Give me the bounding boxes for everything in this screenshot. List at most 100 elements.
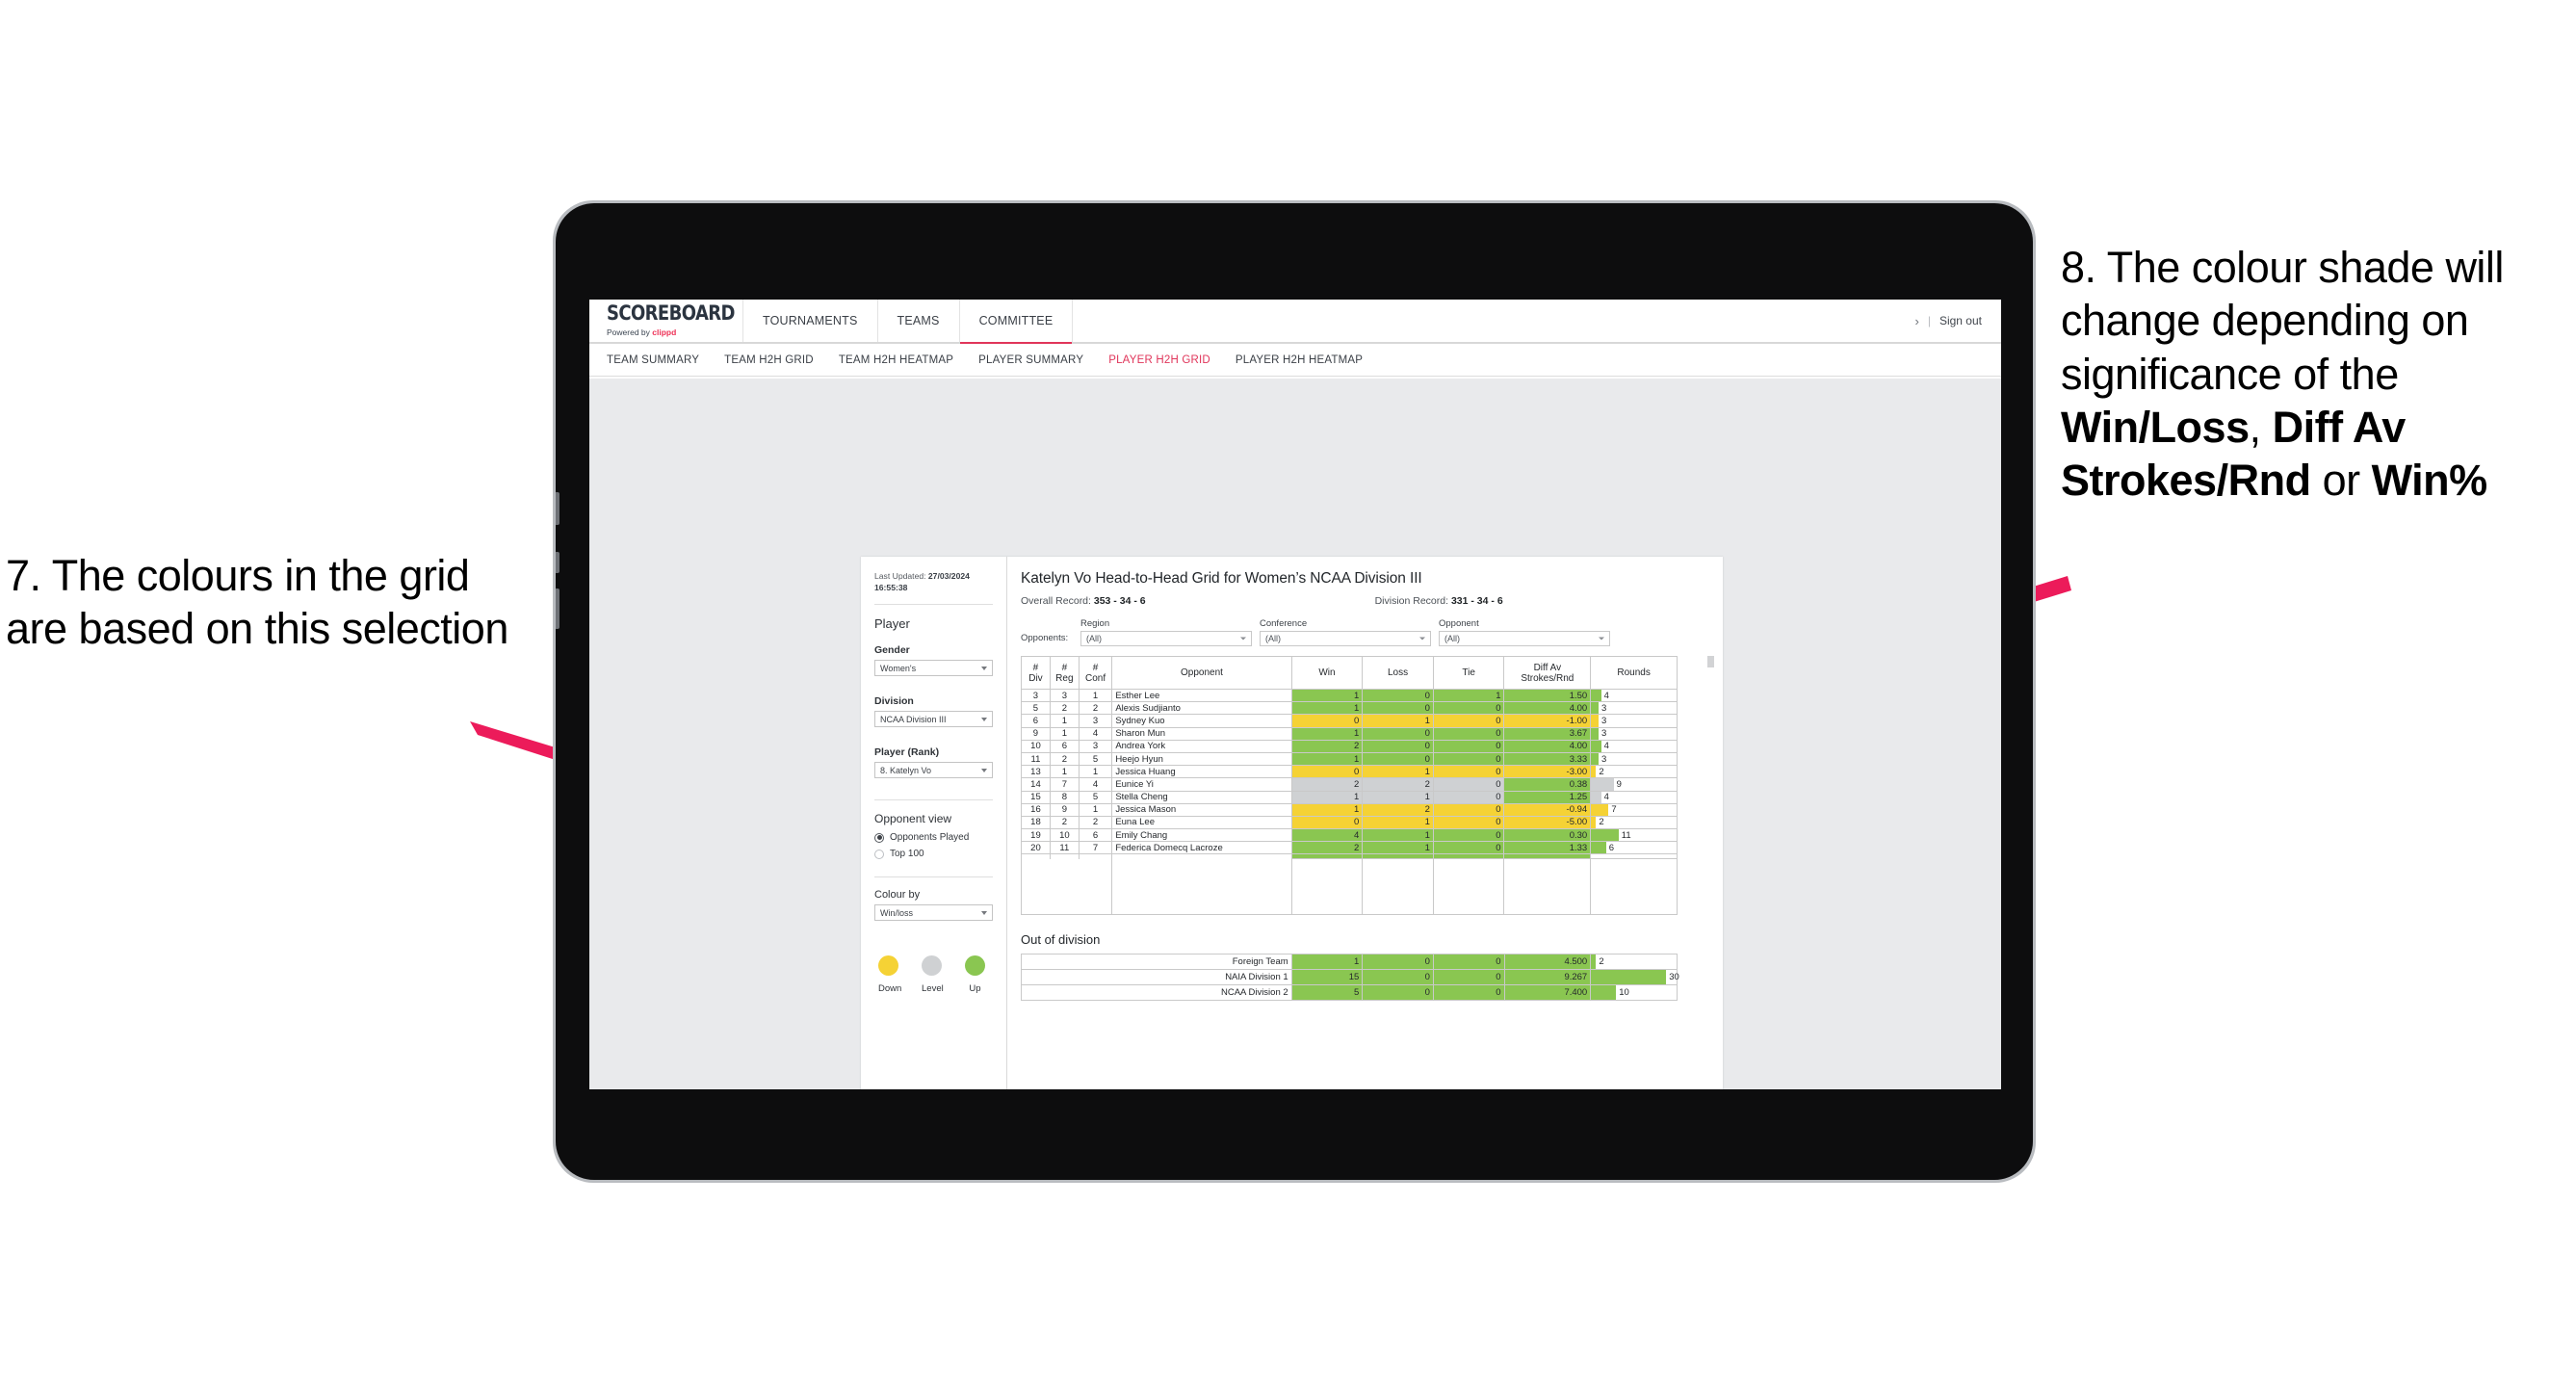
cell-div: 11 <box>1021 751 1051 767</box>
cell-opponent: Esther Lee <box>1111 688 1292 703</box>
chevron-right-icon[interactable]: › <box>1914 314 1918 328</box>
records-row: Overall Record: 353 - 34 - 6 Division Re… <box>1021 595 1707 607</box>
col-rounds[interactable]: Rounds <box>1590 656 1678 690</box>
division-select[interactable]: NCAA Division III <box>874 711 993 728</box>
cell-conf: 4 <box>1078 777 1113 792</box>
cell-opponent: Euna Lee <box>1111 815 1292 830</box>
subnav-item-team-h2h-grid[interactable]: TEAM H2H GRID <box>724 354 814 366</box>
subnav-item-player-summary[interactable]: PLAYER SUMMARY <box>978 354 1083 366</box>
cell-diff: 1.25 <box>1503 790 1592 804</box>
grid-row[interactable]: 9 1 4 Sharon Mun 1 0 0 3.67 3 <box>1021 726 1678 741</box>
cell-loss: 0 <box>1362 688 1434 703</box>
topnav-item-tournaments[interactable]: TOURNAMENTS <box>743 300 878 342</box>
col-win[interactable]: Win <box>1290 656 1364 690</box>
cell-reg: 9 <box>1049 802 1080 817</box>
cell-rounds: 3 <box>1590 714 1678 728</box>
radio-opponents-played[interactable]: Opponents Played <box>874 832 993 843</box>
annotation-7-text: 7. The colours in the grid are based on … <box>6 551 508 654</box>
out-of-division-row[interactable]: NCAA Division 2 5 0 0 7.400 10 <box>1021 984 1678 1002</box>
cell-opponent: Jessica Mason <box>1111 802 1292 817</box>
out-of-division-row[interactable]: Foreign Team 1 0 0 4.500 2 <box>1021 954 1678 971</box>
divider <box>874 604 993 606</box>
chevron-down-icon <box>981 910 987 915</box>
cell-diff: -3.00 <box>1503 765 1592 779</box>
colour-legend-swatches <box>874 955 993 977</box>
col-tie[interactable]: Tie <box>1432 656 1505 690</box>
grid-row[interactable]: 3 3 1 Esther Lee 1 0 1 1.50 4 <box>1021 688 1678 703</box>
cell-diff: 4.00 <box>1503 739 1592 753</box>
cell-conf: 1 <box>1078 765 1113 779</box>
divider <box>874 876 993 878</box>
cell-rounds: 2 <box>1590 765 1678 779</box>
cell-win: 1 <box>1290 688 1364 703</box>
colour-by-select[interactable]: Win/loss <box>874 904 993 922</box>
grid-row[interactable]: 16 9 1 Jessica Mason 1 2 0 -0.94 7 <box>1021 802 1678 817</box>
grid-scrollbar-thumb[interactable] <box>1707 656 1714 667</box>
grid-row[interactable]: 20 11 7 Federica Domecq Lacroze 2 1 0 1.33 6 <box>1021 841 1678 855</box>
grid-row[interactable]: 14 7 4 Eunice Yi 2 2 0 0.38 9 <box>1021 777 1678 792</box>
gender-select[interactable]: Women's <box>874 660 993 677</box>
cell-win: 1 <box>1290 751 1364 767</box>
cell-win: 1 <box>1290 726 1364 741</box>
cell-loss: 1 <box>1362 841 1434 855</box>
subnav-item-player-h2h-grid[interactable]: PLAYER H2H GRID <box>1108 354 1210 366</box>
cell-win: 0 <box>1290 815 1364 830</box>
opponent-view-heading: Opponent view <box>874 812 952 826</box>
rounds-value: 3 <box>1601 715 1607 726</box>
grid-row[interactable]: 5 2 2 Alexis Sudjianto 1 0 0 4.00 3 <box>1021 701 1678 716</box>
subnav-item-team-summary[interactable]: TEAM SUMMARY <box>607 354 699 366</box>
player-rank-select[interactable]: 8. Katelyn Vo <box>874 762 993 779</box>
col-div[interactable]: # Div <box>1021 656 1051 690</box>
overall-record-value: 353 - 34 - 6 <box>1093 595 1146 607</box>
col-diff[interactable]: Diff Av Strokes/Rnd <box>1503 656 1592 690</box>
cell-conf: 4 <box>1078 726 1113 741</box>
legend-swatch-down <box>878 955 898 977</box>
radio-top-100[interactable]: Top 100 <box>874 849 993 859</box>
col-conf[interactable]: # Conf <box>1078 656 1113 690</box>
filter-region-select[interactable]: (All) <box>1080 631 1252 646</box>
legend-label-level: Level <box>922 983 944 995</box>
subnav-item-player-h2h-heatmap[interactable]: PLAYER H2H HEATMAP <box>1236 354 1363 366</box>
divider: | <box>1927 314 1931 327</box>
annotation-8-prefix: 8. The colour shade will change dependin… <box>2061 243 2504 399</box>
device-button-volume-down <box>556 552 559 573</box>
cell-loss: 1 <box>1362 790 1434 804</box>
legend-label-up: Up <box>969 983 981 995</box>
division-record: Division Record: 331 - 34 - 6 <box>1375 595 1503 607</box>
cell-opponent: Federica Domecq Lacroze <box>1111 841 1292 855</box>
cell-reg: 1 <box>1049 714 1080 728</box>
grid-row[interactable]: 10 6 3 Andrea York 2 0 0 4.00 4 <box>1021 739 1678 753</box>
cell-reg: 6 <box>1049 739 1080 753</box>
col-opponent[interactable]: Opponent <box>1111 656 1292 690</box>
h2h-grid-wrapper: #Div #Reg #Conf Opponent Win Loss Tie <box>1021 656 1714 916</box>
cell-rounds: 30 <box>1590 969 1679 986</box>
cell-rounds: 9 <box>1590 777 1678 792</box>
grid-row[interactable]: 13 1 1 Jessica Huang 0 1 0 -3.00 2 <box>1021 765 1678 779</box>
col-reg[interactable]: # Reg <box>1049 656 1080 690</box>
opponents-label: Opponents: <box>1021 633 1069 643</box>
last-updated-label: Last Updated: <box>874 571 926 581</box>
filter-conference-select[interactable]: (All) <box>1260 631 1431 646</box>
out-of-division-row[interactable]: NAIA Division 1 15 0 0 9.267 30 <box>1021 969 1679 986</box>
rounds-bar <box>1591 740 1601 752</box>
grid-row[interactable]: 6 1 3 Sydney Kuo 0 1 0 -1.00 3 <box>1021 714 1678 728</box>
topnav-item-committee[interactable]: COMMITTEE <box>959 300 1074 344</box>
grid-row[interactable]: 19 10 6 Emily Chang 4 1 0 0.30 11 <box>1021 828 1678 843</box>
cell-win: 2 <box>1290 841 1364 855</box>
col-loss[interactable]: Loss <box>1362 656 1434 690</box>
scoreboard-logo[interactable]: SCOREBOARD Powered by clippd <box>589 300 743 342</box>
grid-row[interactable]: 11 2 5 Heejo Hyun 1 0 0 3.33 3 <box>1021 751 1678 767</box>
cell-rounds: 3 <box>1590 751 1678 767</box>
sign-out-button[interactable]: Sign out <box>1939 314 1982 327</box>
grid-row[interactable]: 15 8 5 Stella Cheng 1 1 0 1.25 4 <box>1021 790 1678 804</box>
cell-conf: 3 <box>1078 714 1113 728</box>
subnav-item-team-h2h-heatmap[interactable]: TEAM H2H HEATMAP <box>839 354 953 366</box>
grid-row[interactable]: 18 2 2 Euna Lee 0 1 0 -5.00 2 <box>1021 815 1678 830</box>
filter-opponent-select[interactable]: (All) <box>1439 631 1610 646</box>
cell-conf: 5 <box>1078 790 1113 804</box>
topnav-item-teams[interactable]: TEAMS <box>878 300 960 342</box>
cell-win: 1 <box>1290 790 1364 804</box>
cell-opponent: Andrea York <box>1111 739 1292 753</box>
rounds-bar <box>1591 752 1599 766</box>
cell-opponent: Stella Cheng <box>1111 790 1292 804</box>
